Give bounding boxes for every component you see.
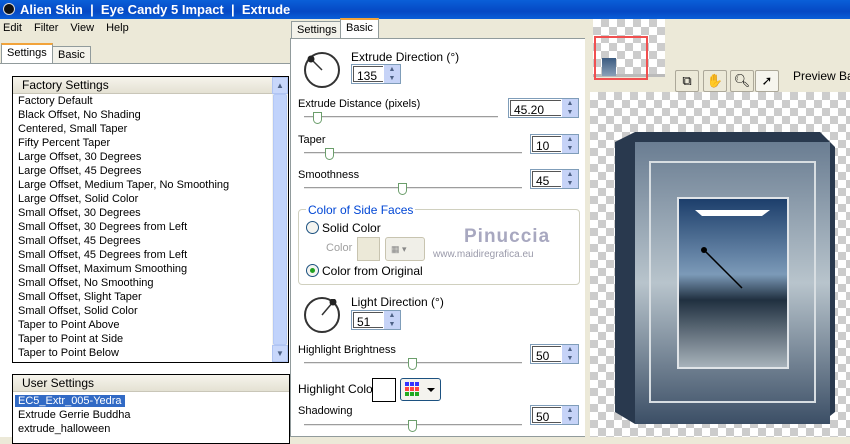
- tab-basic-mid[interactable]: Basic: [340, 18, 379, 38]
- list-item[interactable]: Small Offset, 45 Degrees from Left: [13, 248, 288, 262]
- taper-label: Taper: [298, 134, 326, 146]
- scrollbar[interactable]: ▲ ▼: [272, 77, 288, 362]
- slider-thumb[interactable]: [324, 148, 334, 160]
- light-direction-dial[interactable]: [304, 297, 340, 333]
- title-bar: Alien Skin | Eye Candy 5 Impact | Extrud…: [0, 0, 850, 19]
- list-item[interactable]: Factory Default: [13, 94, 288, 108]
- highlight-brightness-slider[interactable]: [304, 358, 522, 370]
- menu-filter[interactable]: Filter: [34, 19, 58, 38]
- list-item[interactable]: Large Offset, Medium Taper, No Smoothing: [13, 178, 288, 192]
- extrude-direction-spinner[interactable]: 135 ▲ ▼: [351, 64, 401, 84]
- list-item[interactable]: Taper to Point at Side: [13, 332, 288, 346]
- tab-basic[interactable]: Basic: [52, 46, 91, 63]
- hand-icon[interactable]: ✋: [703, 70, 727, 92]
- highlight-brightness-spinner[interactable]: 50 ▲ ▼: [530, 344, 579, 364]
- zoom-icon[interactable]: 🔍︎: [730, 70, 754, 92]
- menu-bar: Edit Filter View Help: [0, 19, 290, 38]
- preview-image: [615, 132, 835, 424]
- list-item[interactable]: Taper to Point Above: [13, 318, 288, 332]
- light-direction-spinner[interactable]: 51 ▲ ▼: [351, 310, 401, 330]
- preview-toggle-icon[interactable]: ⧉: [675, 70, 699, 92]
- side-color-swatch[interactable]: [357, 237, 380, 261]
- extrude-distance-slider[interactable]: [304, 112, 498, 124]
- scroll-thumb[interactable]: [273, 94, 287, 345]
- menu-view[interactable]: View: [70, 19, 94, 38]
- list-item[interactable]: extrude_halloween: [13, 422, 289, 436]
- list-item[interactable]: Small Offset, Maximum Smoothing: [13, 262, 288, 276]
- highlight-color-label: Highlight Color: [298, 382, 377, 396]
- color-from-original-label: Color from Original: [322, 264, 423, 278]
- highlight-color-picker-button[interactable]: [400, 378, 441, 401]
- solid-color-radio[interactable]: [306, 221, 319, 234]
- slider-thumb[interactable]: [313, 112, 323, 124]
- list-item[interactable]: Fifty Percent Taper: [13, 136, 288, 150]
- tab-settings[interactable]: Settings: [1, 43, 53, 63]
- shadowing-slider[interactable]: [304, 420, 522, 432]
- highlight-color-swatch[interactable]: [372, 378, 396, 402]
- navigator-thumbnail: [602, 58, 616, 76]
- factory-settings-header: Factory Settings: [13, 77, 272, 94]
- list-item[interactable]: EC5_Extr_005-Yedra: [13, 394, 289, 408]
- extrude-distance-spinner[interactable]: 45.20 ▲ ▼: [508, 98, 579, 118]
- side-color-picker-button[interactable]: ▦ ▾: [385, 237, 425, 261]
- light-direction-label: Light Direction (°): [351, 295, 444, 309]
- list-item[interactable]: Small Offset, 45 Degrees: [13, 234, 288, 248]
- preview-background-label: Preview Bac: [793, 69, 850, 83]
- scroll-down-icon[interactable]: ▼: [272, 345, 288, 362]
- user-settings-header: User Settings: [13, 375, 289, 392]
- list-item[interactable]: Small Offset, Slight Taper: [13, 290, 288, 304]
- list-item[interactable]: Taper to Point Below: [13, 346, 288, 360]
- smoothness-spinner[interactable]: 45 ▲ ▼: [530, 169, 579, 189]
- list-item[interactable]: Large Offset, 45 Degrees: [13, 164, 288, 178]
- watermark-name: Pinuccia: [464, 226, 551, 247]
- list-item[interactable]: Small Offset, 30 Degrees from Left: [13, 220, 288, 234]
- smoothness-label: Smoothness: [298, 169, 360, 181]
- scroll-up-icon[interactable]: ▲: [272, 77, 288, 94]
- slider-thumb[interactable]: [397, 183, 407, 195]
- taper-spinner[interactable]: 10 ▲ ▼: [530, 134, 579, 154]
- preview-canvas[interactable]: [590, 92, 850, 437]
- menu-edit[interactable]: Edit: [3, 19, 22, 38]
- user-settings-list: User Settings EC5_Extr_005-Yedra Extrude…: [12, 374, 290, 444]
- tab-settings-mid[interactable]: Settings: [291, 21, 343, 38]
- extrude-direction-dial[interactable]: [304, 52, 340, 88]
- pointer-icon[interactable]: ➚: [755, 70, 779, 92]
- list-item[interactable]: Small Offset, Solid Color: [13, 304, 288, 318]
- slider-thumb[interactable]: [408, 358, 417, 370]
- solid-color-label: Solid Color: [322, 221, 381, 235]
- list-item[interactable]: Centered, Small Taper: [13, 122, 288, 136]
- factory-settings-list: Factory Settings Factory Default Black Of…: [12, 76, 289, 363]
- shadowing-label: Shadowing: [298, 405, 353, 417]
- list-item[interactable]: Small Offset, No Smoothing: [13, 276, 288, 290]
- list-item[interactable]: Small Offset, 30 Degrees: [13, 206, 288, 220]
- color-label: Color: [326, 242, 353, 254]
- highlight-brightness-label: Highlight Brightness: [298, 344, 396, 356]
- slider-thumb[interactable]: [408, 420, 417, 432]
- taper-slider[interactable]: [304, 148, 522, 160]
- extrude-direction-label: Extrude Direction (°): [351, 50, 460, 64]
- extrude-distance-label: Extrude Distance (pixels): [298, 98, 421, 110]
- color-from-original-radio[interactable]: [306, 264, 319, 277]
- watermark-url: www.maidiregrafica.eu: [433, 249, 534, 260]
- list-item[interactable]: Black Offset, No Shading: [13, 108, 288, 122]
- list-item[interactable]: Extrude Gerrie Buddha: [13, 408, 289, 422]
- menu-help[interactable]: Help: [106, 19, 129, 38]
- app-logo-icon: [3, 3, 15, 15]
- list-item[interactable]: Large Offset, Solid Color: [13, 192, 288, 206]
- shadowing-spinner[interactable]: 50 ▲ ▼: [530, 405, 579, 425]
- smoothness-slider[interactable]: [304, 183, 522, 195]
- list-item[interactable]: Large Offset, 30 Degrees: [13, 150, 288, 164]
- window-title: Alien Skin | Eye Candy 5 Impact | Extrud…: [20, 2, 291, 17]
- side-faces-legend: Color of Side Faces: [306, 203, 416, 217]
